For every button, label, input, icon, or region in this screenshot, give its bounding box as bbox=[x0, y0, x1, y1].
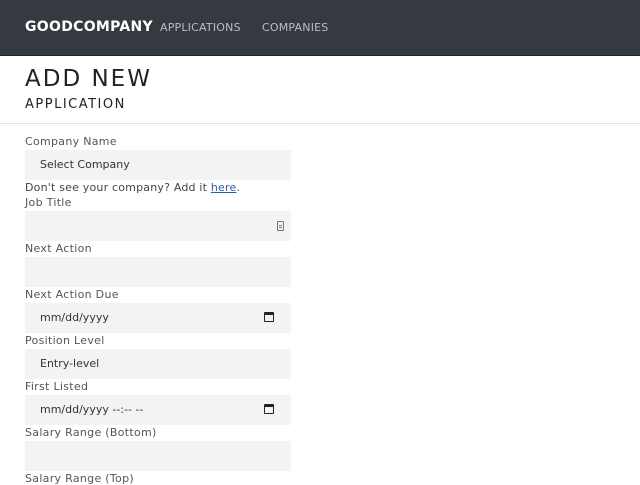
brand-logo[interactable]: GOODCOMPANY bbox=[25, 19, 153, 35]
salary-top-label: Salary Range (Top) bbox=[25, 472, 134, 485]
company-name-label: Company Name bbox=[25, 135, 117, 148]
page-title: ADD NEW bbox=[25, 66, 152, 92]
salary-bottom-input[interactable] bbox=[25, 441, 291, 471]
helper-end: . bbox=[236, 181, 241, 194]
add-company-link[interactable]: here bbox=[211, 181, 237, 194]
nav-applications[interactable]: APPLICATIONS bbox=[160, 21, 241, 34]
next-action-input[interactable] bbox=[25, 257, 291, 287]
calendar-icon[interactable] bbox=[264, 404, 274, 414]
first-listed-label: First Listed bbox=[25, 380, 89, 393]
nav-companies[interactable]: COMPANIES bbox=[262, 21, 329, 34]
job-title-field[interactable] bbox=[25, 211, 291, 241]
salary-bottom-field[interactable] bbox=[25, 441, 291, 471]
position-level-label: Position Level bbox=[25, 334, 105, 347]
job-title-input[interactable] bbox=[25, 211, 291, 241]
salary-bottom-label: Salary Range (Bottom) bbox=[25, 426, 157, 439]
helper-text: Don't see your company? Add it bbox=[25, 181, 211, 194]
company-select-value: Select Company bbox=[40, 158, 130, 171]
next-action-due-field[interactable]: mm/dd/yyyy bbox=[25, 303, 291, 333]
page-subtitle: APPLICATION bbox=[25, 97, 126, 112]
header-divider bbox=[0, 123, 640, 124]
first-listed-placeholder: mm/dd/yyyy --:-- -- bbox=[40, 403, 144, 416]
position-level-value: Entry-level bbox=[40, 357, 100, 370]
next-action-label: Next Action bbox=[25, 242, 92, 255]
company-select[interactable]: Select Company bbox=[25, 150, 291, 180]
calendar-icon[interactable] bbox=[264, 312, 274, 322]
job-title-label: Job Title bbox=[25, 196, 72, 209]
add-company-helper: Don't see your company? Add it here. bbox=[25, 181, 240, 194]
next-action-field[interactable] bbox=[25, 257, 291, 287]
contact-card-icon[interactable] bbox=[277, 221, 284, 231]
first-listed-field[interactable]: mm/dd/yyyy --:-- -- bbox=[25, 395, 291, 425]
next-action-due-label: Next Action Due bbox=[25, 288, 119, 301]
top-navbar: GOODCOMPANY APPLICATIONS COMPANIES bbox=[0, 0, 640, 56]
position-level-select[interactable]: Entry-level bbox=[25, 349, 291, 379]
next-action-due-placeholder: mm/dd/yyyy bbox=[40, 311, 109, 324]
